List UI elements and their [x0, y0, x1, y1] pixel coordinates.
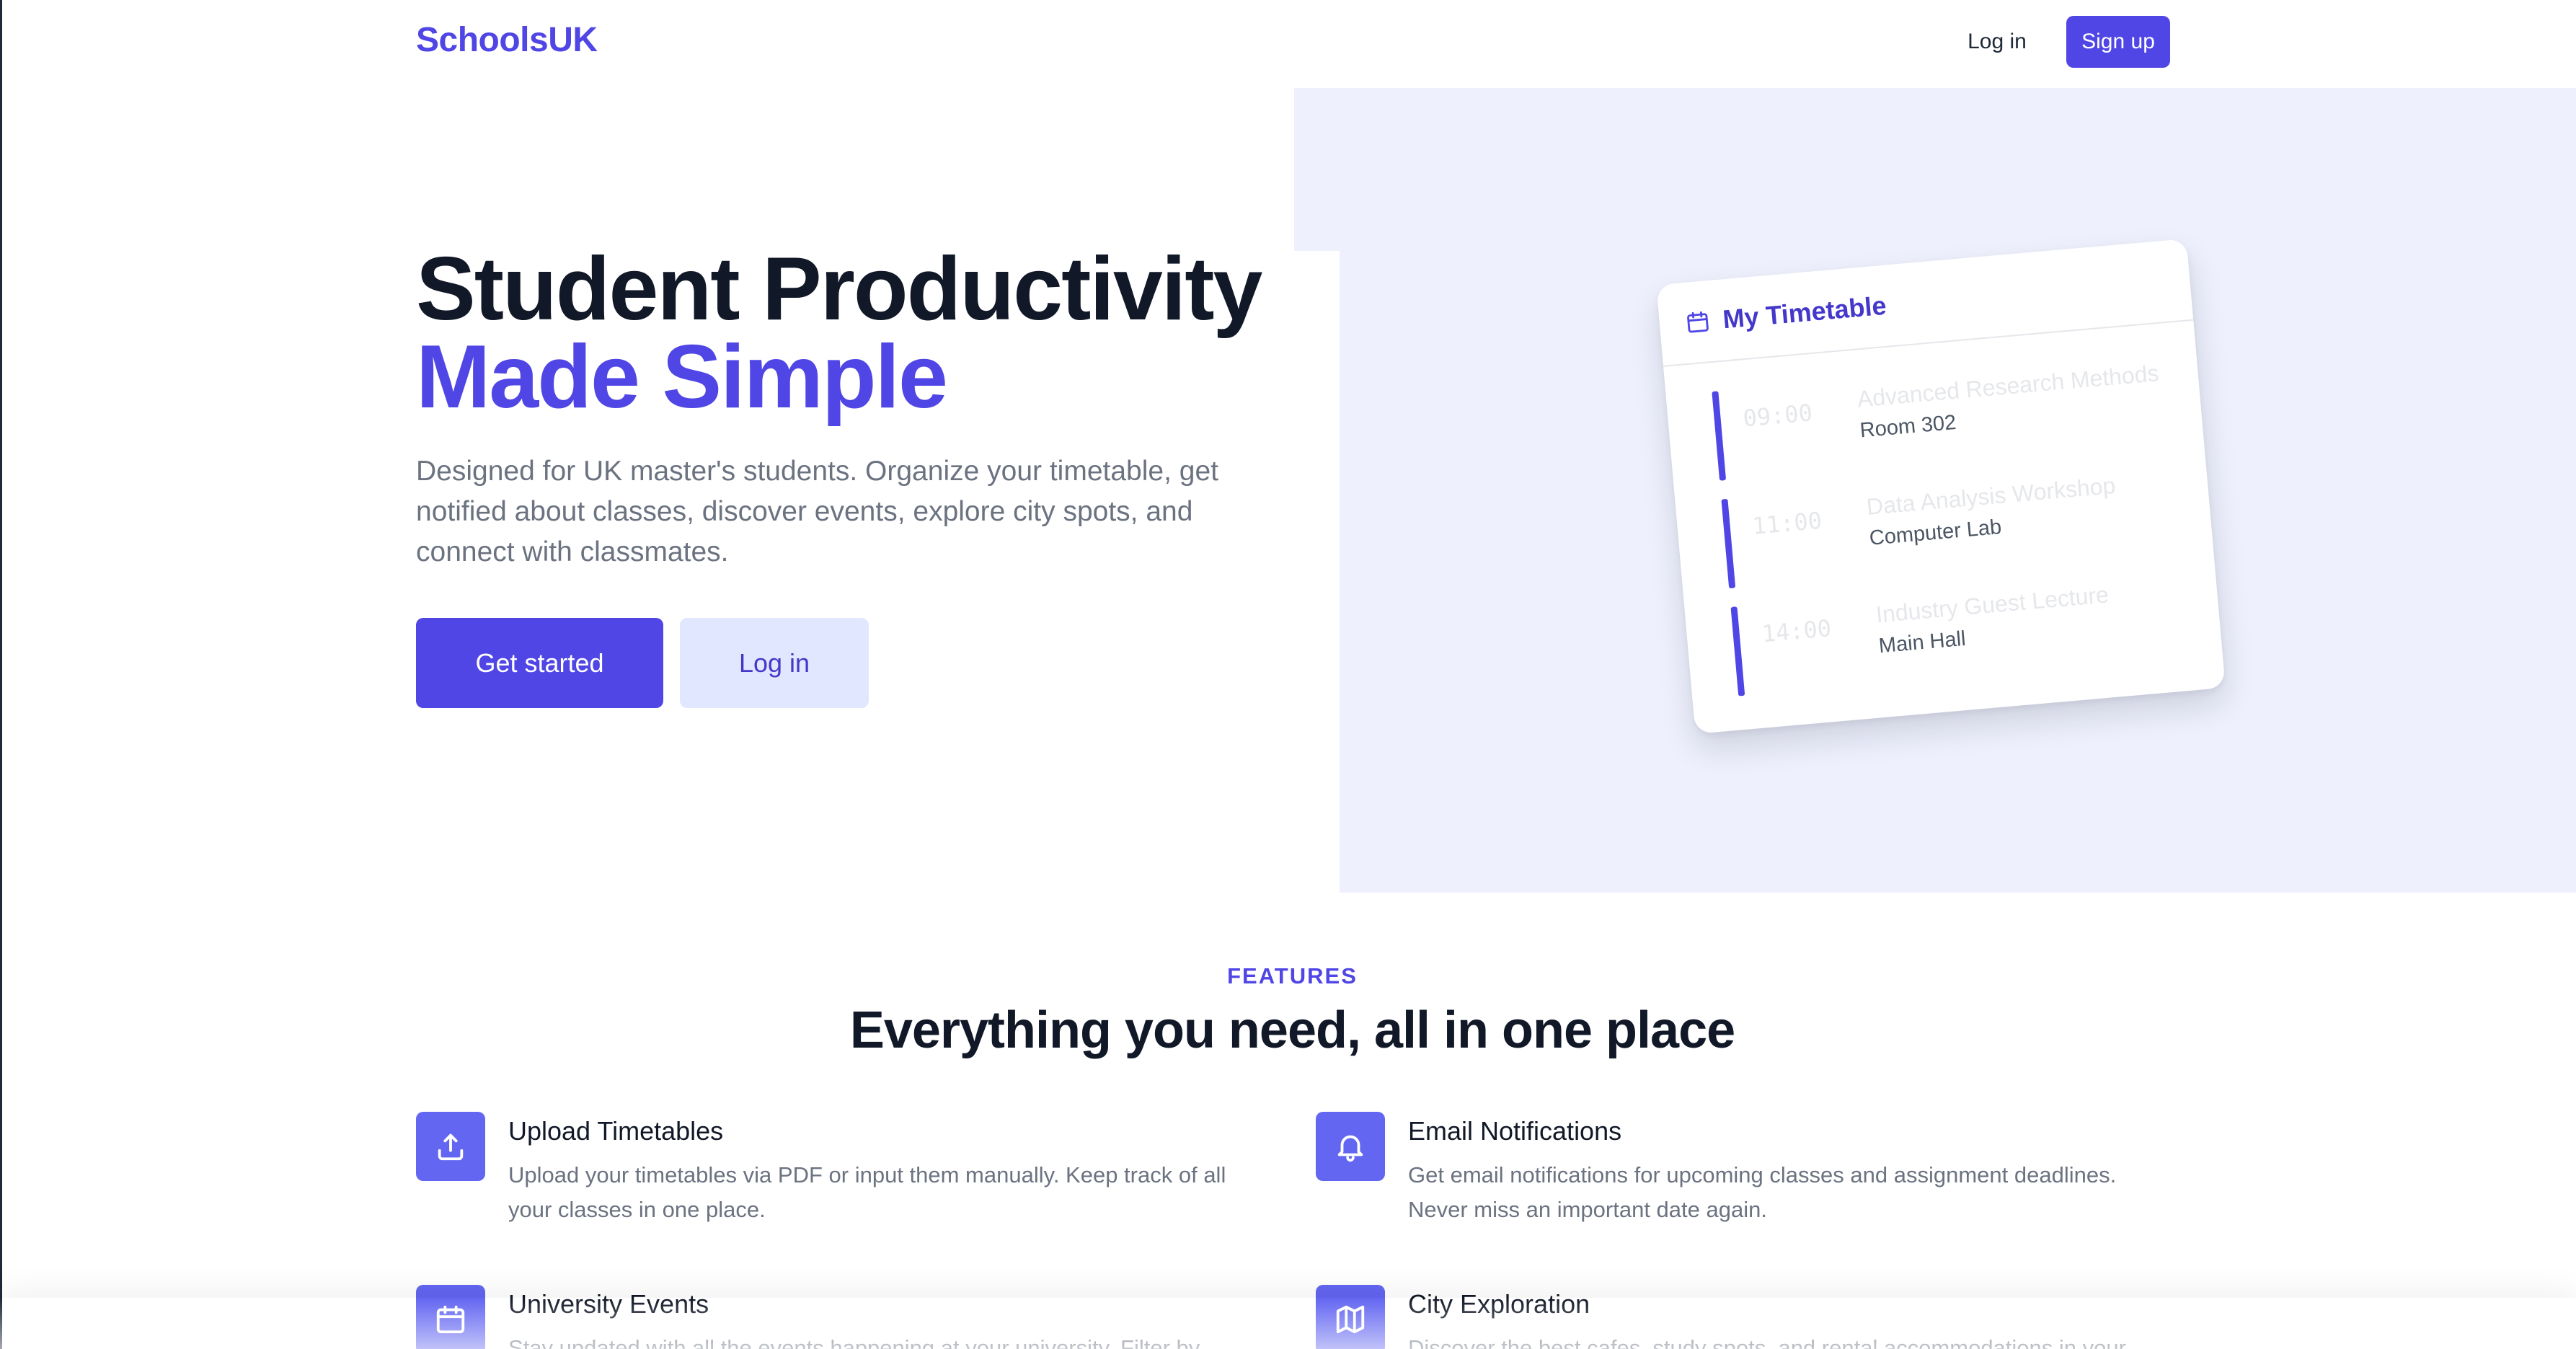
timetable-entry[interactable]: 11:00 Data Analysis Workshop Computer La… [1721, 457, 2213, 589]
timetable-entry[interactable]: 14:00 Industry Guest Lecture Main Hall [1730, 565, 2222, 696]
hero-title-line2: Made Simple [416, 327, 948, 427]
timetable-title: My Timetable [1721, 290, 1888, 335]
landing-page: SchoolsUK Log in Sign up Student Product… [0, 0, 2576, 1349]
brand-logo[interactable]: SchoolsUK [416, 20, 598, 60]
entry-room: Main Hall [1877, 627, 1967, 658]
feature-name: Upload Timetables [508, 1116, 724, 1146]
entry-accent-bar [1730, 606, 1745, 696]
feature-name: University Events [508, 1289, 709, 1319]
hero-login-button[interactable]: Log in [680, 618, 869, 708]
nav-signup-button[interactable]: Sign up [2066, 16, 2170, 68]
hero-title-line1: Student Productivity [416, 239, 1263, 339]
feature-name: Email Notifications [1408, 1116, 1622, 1146]
hero-background-top [1294, 88, 2576, 251]
entry-course: Data Analysis Workshop [1865, 472, 2117, 521]
feature-description: Get email notifications for upcoming cla… [1408, 1162, 2117, 1222]
entry-course: Industry Guest Lecture [1875, 581, 2110, 628]
timetable-list: 09:00 Advanced Research Methods Room 302… [1663, 321, 2223, 701]
calendar-icon [416, 1285, 485, 1349]
feature-name: City Exploration [1408, 1289, 1590, 1319]
features-eyebrow: FEATURES [1227, 963, 1358, 988]
feature-description: Discover the best cafes, study spots, an… [1408, 1335, 2126, 1349]
entry-time: 14:00 [1761, 614, 1833, 648]
upload-icon [416, 1112, 485, 1181]
bell-icon [1316, 1112, 1385, 1181]
hero-description: Designed for UK master's students. Organ… [416, 456, 1218, 567]
get-started-button[interactable]: Get started [416, 618, 663, 708]
window-edge [0, 0, 2, 1349]
entry-room: Computer Lab [1868, 515, 2003, 550]
entry-accent-bar [1721, 498, 1736, 589]
entry-course: Advanced Research Methods [1856, 360, 2160, 412]
timetable-entry[interactable]: 09:00 Advanced Research Methods Room 302 [1712, 349, 2203, 481]
nav-login-link[interactable]: Log in [1957, 16, 2037, 68]
entry-time: 11:00 [1751, 506, 1823, 540]
scroll-fade [0, 1298, 2576, 1349]
entry-time: 09:00 [1742, 399, 1814, 433]
timetable-card: My Timetable 09:00 Advanced Research Met… [1656, 239, 2226, 734]
calendar-icon [1684, 309, 1711, 335]
feature-description: Upload your timetables via PDF or input … [508, 1162, 1226, 1222]
hero-title: Student Productivity Made Simple [416, 239, 1263, 427]
entry-accent-bar [1712, 391, 1727, 481]
features-title: Everything you need, all in one place [849, 1001, 1735, 1059]
feature-description: Stay updated with all the events happeni… [508, 1335, 1200, 1349]
entry-room: Room 302 [1859, 410, 1957, 443]
map-icon [1316, 1285, 1385, 1349]
